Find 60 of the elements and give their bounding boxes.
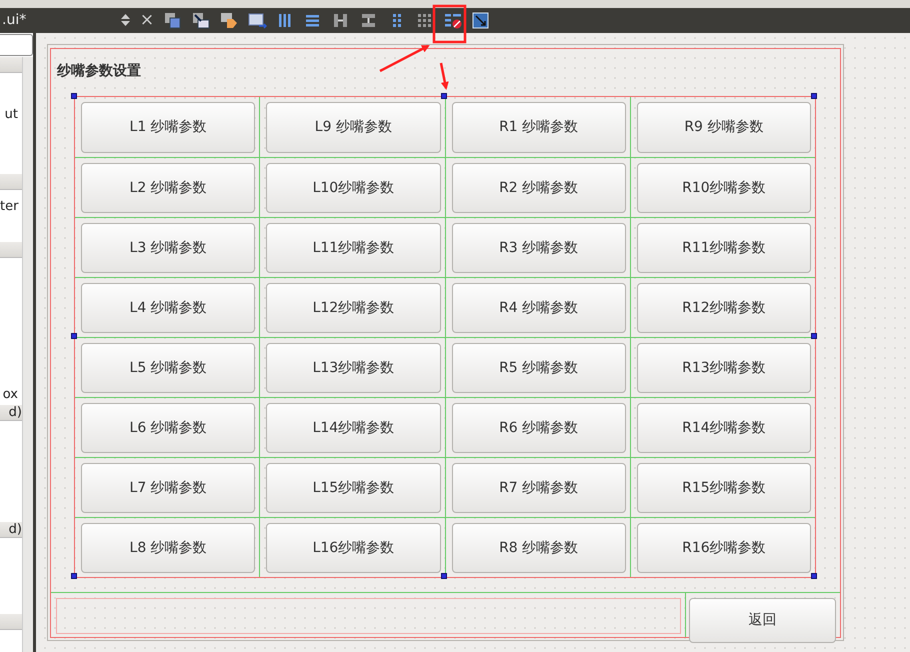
selection-handle[interactable]: [811, 93, 817, 99]
nozzle-param-button[interactable]: R7 纱嘴参数: [452, 463, 626, 513]
nozzle-param-button[interactable]: R8 纱嘴参数: [452, 523, 626, 573]
nozzle-param-button[interactable]: L9 纱嘴参数: [266, 102, 440, 153]
nozzle-param-button[interactable]: L14纱嘴参数: [266, 403, 440, 453]
nozzle-param-button[interactable]: R2 纱嘴参数: [452, 163, 626, 213]
nozzle-param-button[interactable]: R6 纱嘴参数: [452, 403, 626, 453]
resize-icon[interactable]: [471, 11, 491, 30]
selection-handle[interactable]: [811, 573, 817, 579]
nozzle-param-button[interactable]: R12纱嘴参数: [636, 283, 811, 333]
text-field[interactable]: [0, 34, 33, 56]
nozzle-param-button[interactable]: R14纱嘴参数: [636, 403, 811, 453]
list-item-text[interactable]: ut: [0, 105, 18, 124]
nozzle-param-button[interactable]: R16纱嘴参数: [636, 523, 811, 573]
nozzle-param-button[interactable]: L16纱嘴参数: [266, 523, 440, 573]
nozzle-param-button[interactable]: L3 纱嘴参数: [81, 223, 256, 273]
nozzle-param-button[interactable]: R9 纱嘴参数: [636, 102, 811, 153]
nozzle-param-button[interactable]: L8 纱嘴参数: [81, 523, 256, 573]
selection-handle[interactable]: [71, 93, 77, 99]
nozzle-param-button[interactable]: R5 纱嘴参数: [452, 343, 626, 393]
form-title: 纱嘴参数设置: [57, 62, 141, 81]
nozzle-param-button[interactable]: L10纱嘴参数: [266, 163, 440, 213]
selection-handle[interactable]: [811, 333, 817, 339]
nozzle-param-button[interactable]: L2 纱嘴参数: [81, 163, 256, 213]
nozzle-param-button[interactable]: L11纱嘴参数: [266, 223, 440, 273]
back-button[interactable]: 返回: [689, 598, 836, 643]
nozzle-param-button[interactable]: R13纱嘴参数: [636, 343, 811, 393]
widget-icon[interactable]: [163, 11, 183, 30]
nozzle-param-button[interactable]: L13纱嘴参数: [266, 343, 440, 393]
close-button[interactable]: ×: [139, 8, 155, 33]
selection-handle[interactable]: [441, 573, 447, 579]
nozzle-param-button[interactable]: L4 纱嘴参数: [81, 283, 256, 333]
nozzle-param-button[interactable]: L1 纱嘴参数: [81, 102, 256, 153]
category-header[interactable]: d): [0, 405, 22, 421]
nozzle-param-button[interactable]: L7 纱嘴参数: [81, 463, 256, 513]
nozzle-param-button[interactable]: L6 纱嘴参数: [81, 403, 256, 453]
selection-handle[interactable]: [71, 333, 77, 339]
spin-arrows-icon[interactable]: [121, 13, 130, 27]
nozzle-param-button[interactable]: R1 纱嘴参数: [452, 102, 626, 153]
annotation-arrow: [440, 62, 449, 90]
tag-icon[interactable]: [219, 11, 239, 30]
nozzle-param-button[interactable]: R3 纱嘴参数: [452, 223, 626, 273]
nozzle-param-button[interactable]: L15纱嘴参数: [266, 463, 440, 513]
category-header[interactable]: d): [0, 522, 22, 538]
nozzle-param-button[interactable]: R11纱嘴参数: [636, 223, 811, 273]
nozzle-param-button[interactable]: R4 纱嘴参数: [452, 283, 626, 333]
highlight-frame: [432, 4, 466, 44]
nozzle-param-button[interactable]: L5 纱嘴参数: [81, 343, 256, 393]
annotation-arrow: [379, 44, 430, 72]
nozzle-param-button[interactable]: L12纱嘴参数: [266, 283, 440, 333]
file-combo[interactable]: .ui*: [0, 8, 137, 33]
list-item-text[interactable]: ter: [0, 197, 18, 216]
selection-handle[interactable]: [71, 573, 77, 579]
list-item-text[interactable]: ox: [0, 385, 18, 404]
break-layout-icon[interactable]: [443, 11, 463, 30]
nozzle-param-button[interactable]: R10纱嘴参数: [636, 163, 811, 213]
nozzle-param-button[interactable]: R15纱嘴参数: [636, 463, 811, 513]
selection-handle[interactable]: [441, 93, 447, 99]
widget-arrow-icon[interactable]: [191, 11, 211, 30]
numbered-box-icon[interactable]: [247, 11, 267, 30]
